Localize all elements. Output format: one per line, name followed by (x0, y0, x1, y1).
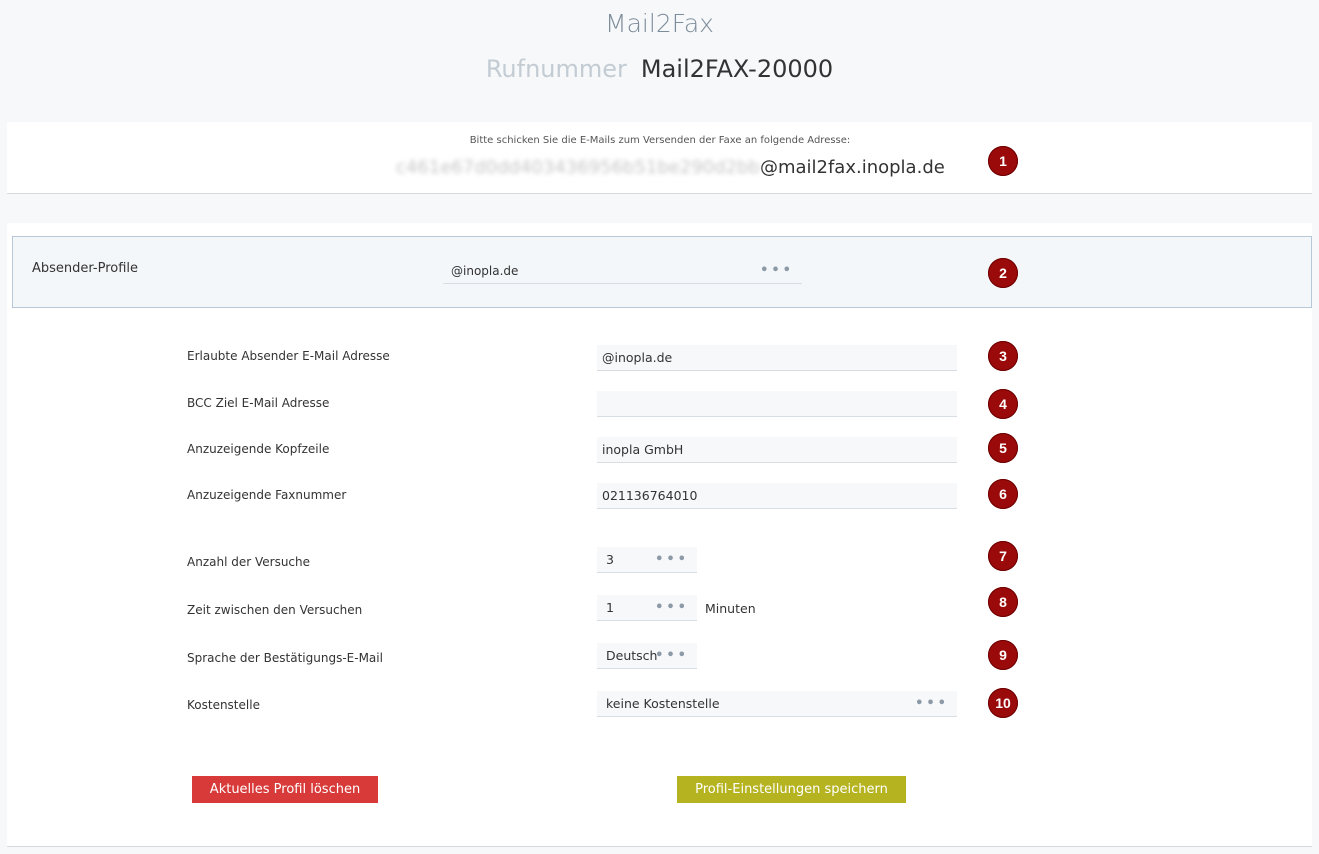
step-badge-10: 10 (988, 688, 1018, 718)
attempts-value: 3 (606, 552, 614, 567)
step-badge-4: 4 (988, 389, 1018, 419)
confirmation-language-label: Sprache der Bestätigungs-E-Mail (187, 651, 383, 665)
more-dots-icon[interactable]: ••• (655, 643, 689, 669)
address-local-part-blurred: c461e67d0dd403436956b51be290d2bb (396, 157, 760, 178)
cost-center-select[interactable]: keine Kostenstelle ••• (597, 691, 957, 717)
more-dots-icon[interactable]: ••• (915, 691, 949, 717)
minutes-unit: Minuten (705, 601, 756, 616)
more-dots-icon[interactable]: ••• (760, 260, 794, 282)
fax-email-address: c461e67d0dd403436956b51be290d2bb@mail2fa… (396, 157, 945, 178)
confirmation-language-select[interactable]: Deutsch ••• (597, 643, 697, 669)
attempts-select[interactable]: 3 ••• (597, 547, 697, 573)
attempts-label: Anzahl der Versuche (187, 555, 311, 569)
phone-number-value: Mail2FAX-20000 (640, 55, 834, 83)
bcc-target-input[interactable] (597, 391, 957, 417)
phone-number-label: Rufnummer (485, 55, 627, 83)
retry-interval-label: Zeit zwischen den Versuchen (187, 603, 363, 617)
profile-select-value: @inopla.de (451, 264, 519, 278)
delete-profile-button[interactable]: Aktuelles Profil löschen (192, 776, 378, 803)
settings-card (7, 223, 1312, 847)
retry-interval-value: 1 (606, 600, 614, 615)
step-badge-8: 8 (988, 587, 1018, 617)
more-dots-icon[interactable]: ••• (655, 547, 689, 573)
header-line-label: Anzuzeigende Kopfzeile (187, 442, 330, 456)
bcc-target-label: BCC Ziel E-Mail Adresse (187, 396, 330, 410)
header-line-input[interactable]: inopla GmbH (597, 437, 957, 463)
cost-center-value: keine Kostenstelle (606, 696, 720, 711)
fax-number-input[interactable]: 021136764010 (597, 483, 957, 509)
page-title: Mail2Fax (605, 9, 714, 38)
profile-select[interactable]: @inopla.de ••• (443, 260, 802, 284)
address-domain: @mail2fax.inopla.de (759, 157, 945, 178)
step-badge-9: 9 (988, 640, 1018, 670)
step-badge-6: 6 (988, 479, 1018, 509)
step-badge-5: 5 (988, 433, 1018, 463)
allowed-sender-label: Erlaubte Absender E-Mail Adresse (187, 349, 390, 363)
confirmation-language-value: Deutsch (606, 648, 658, 663)
allowed-sender-input[interactable]: @inopla.de (597, 345, 957, 371)
cost-center-label: Kostenstelle (187, 698, 260, 712)
profile-label: Absender-Profile (32, 261, 139, 276)
save-profile-button[interactable]: Profil-Einstellungen speichern (677, 776, 906, 803)
step-badge-7: 7 (988, 541, 1018, 571)
step-badge-3: 3 (988, 341, 1018, 371)
step-badge-1: 1 (988, 146, 1018, 176)
step-badge-2: 2 (988, 258, 1018, 288)
phone-number-line: Rufnummer Mail2FAX-20000 (0, 55, 1319, 83)
address-hint: Bitte schicken Sie die E-Mails zum Verse… (469, 135, 851, 146)
retry-interval-select[interactable]: 1 ••• (597, 595, 697, 621)
fax-number-label: Anzuzeigende Faxnummer (187, 488, 347, 502)
more-dots-icon[interactable]: ••• (655, 595, 689, 621)
